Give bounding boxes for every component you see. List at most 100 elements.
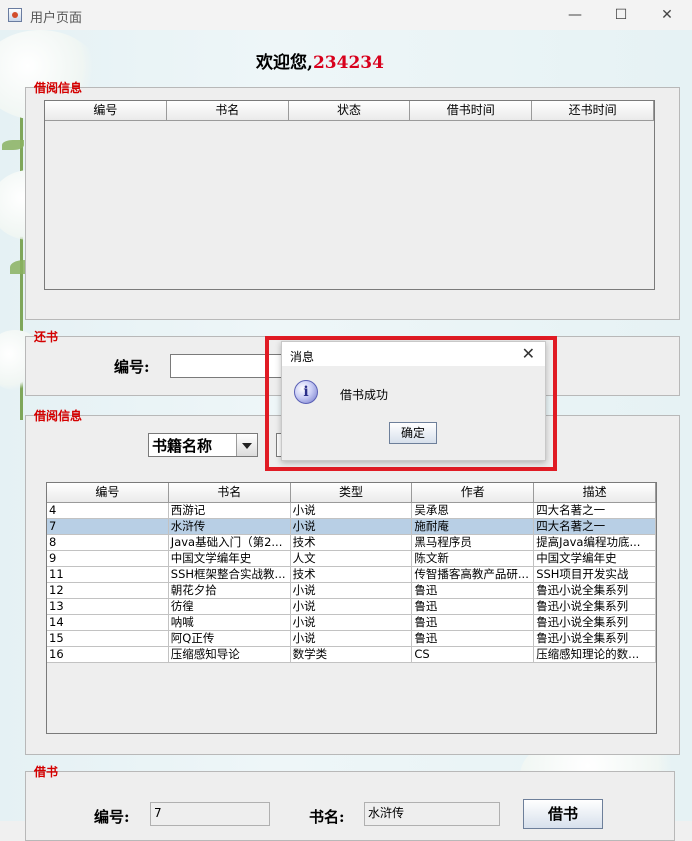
book-list-column-header[interactable]: 描述 (534, 483, 656, 503)
table-cell: SSH框架整合实战教... (168, 567, 291, 583)
borrow-name-field[interactable]: 水浒传 (364, 802, 500, 826)
table-cell: 呐喊 (168, 615, 291, 631)
borrow-records-column-header[interactable]: 书名 (166, 101, 289, 121)
table-row[interactable]: 11 SSH框架整合实战教... 技术 传智播客高教产品研... SSH项目开发实战 (47, 567, 656, 583)
borrow-info-panel: 借阅信息 编号 书名 状态 借书时间 还书时间 (25, 81, 680, 320)
table-row[interactable]: 14 呐喊 小说 鲁迅 鲁迅小说全集系列 (47, 615, 656, 631)
table-cell: 鲁迅小说全集系列 (534, 631, 656, 647)
table-cell: 鲁迅小说全集系列 (534, 599, 656, 615)
table-cell: 吴承恩 (412, 503, 535, 519)
maximize-button[interactable]: ☐ (598, 0, 644, 30)
book-list-column-header[interactable]: 书名 (168, 483, 291, 503)
table-cell: 12 (47, 583, 169, 599)
return-book-legend: 还书 (34, 330, 59, 344)
table-cell: 彷徨 (168, 599, 291, 615)
table-cell: 压缩感知导论 (168, 647, 291, 663)
dialog-close-button[interactable]: ✕ (522, 344, 535, 363)
book-list-legend: 借阅信息 (34, 409, 83, 423)
message-dialog: 消息 ✕ i 借书成功 确定 (281, 341, 546, 461)
borrow-records-header: 编号 书名 状态 借书时间 还书时间 (45, 101, 654, 121)
close-window-button[interactable]: ✕ (644, 0, 690, 30)
username: 234234 (312, 53, 384, 73)
dialog-ok-button[interactable]: 确定 (389, 422, 437, 444)
table-cell: 11 (47, 567, 169, 583)
table-cell: Java基础入门（第2... (168, 535, 291, 551)
table-row[interactable]: 9 中国文学编年史 人文 陈文新 中国文学编年史 (47, 551, 656, 567)
search-field-select[interactable]: 书籍名称 (148, 433, 258, 457)
table-cell: 鲁迅 (412, 599, 535, 615)
table-cell: 传智播客高教产品研... (412, 567, 535, 583)
chevron-down-icon[interactable] (236, 434, 257, 456)
book-list-header: 编号 书名 类型 作者 描述 (47, 483, 656, 503)
table-cell: 水浒传 (168, 519, 291, 535)
table-cell: 小说 (290, 503, 413, 519)
table-cell: 16 (47, 647, 169, 663)
table-cell: 小说 (290, 631, 413, 647)
welcome-text: 欢迎您, (256, 53, 313, 73)
table-cell: 小说 (290, 519, 413, 535)
table-cell: 鲁迅 (412, 615, 535, 631)
java-app-icon (8, 8, 22, 22)
table-row[interactable]: 13 彷徨 小说 鲁迅 鲁迅小说全集系列 (47, 599, 656, 615)
info-icon: i (294, 380, 318, 404)
table-cell: 四大名著之一 (534, 519, 656, 535)
table-row[interactable]: 15 阿Q正传 小说 鲁迅 鲁迅小说全集系列 (47, 631, 656, 647)
table-cell: 15 (47, 631, 169, 647)
table-cell: 黑马程序员 (412, 535, 535, 551)
dialog-title: 消息 (290, 350, 315, 364)
table-cell: 阿Q正传 (168, 631, 291, 647)
table-cell: 中国文学编年史 (168, 551, 291, 567)
table-cell: 技术 (290, 567, 413, 583)
borrow-records-column-header[interactable]: 编号 (45, 101, 167, 121)
table-cell: 13 (47, 599, 169, 615)
borrow-records-column-header[interactable]: 还书时间 (532, 101, 654, 121)
table-cell: CS (412, 647, 535, 663)
table-cell: 鲁迅小说全集系列 (534, 615, 656, 631)
table-cell: 西游记 (168, 503, 291, 519)
table-row[interactable]: 7 水浒传 小说 施耐庵 四大名著之一 (47, 519, 656, 535)
table-cell: 鲁迅小说全集系列 (534, 583, 656, 599)
table-row[interactable]: 8 Java基础入门（第2... 技术 黑马程序员 提高Java编程功底... (47, 535, 656, 551)
book-list-table[interactable]: 编号 书名 类型 作者 描述 4 西游记 小说 吴承恩 四大名著之一 7 水浒传 小说 施耐庵 四大名著之… (46, 482, 657, 734)
table-cell: 人文 (290, 551, 413, 567)
table-cell: SSH项目开发实战 (534, 567, 656, 583)
borrow-button[interactable]: 借书 (523, 799, 603, 829)
table-row[interactable]: 4 西游记 小说 吴承恩 四大名著之一 (47, 503, 656, 519)
table-cell: 陈文新 (412, 551, 535, 567)
return-id-label: 编号: (114, 358, 150, 376)
table-cell: 14 (47, 615, 169, 631)
dialog-body: i 借书成功 确定 (282, 366, 545, 460)
borrow-records-column-header[interactable]: 借书时间 (410, 101, 533, 121)
borrow-records-table[interactable]: 编号 书名 状态 借书时间 还书时间 (44, 100, 655, 290)
table-cell: 压缩感知理论的数... (534, 647, 656, 663)
window-title: 用户页面 (30, 11, 83, 26)
borrow-info-legend: 借阅信息 (34, 81, 83, 95)
table-cell: 鲁迅 (412, 631, 535, 647)
borrow-book-panel: 借书 编号: 7 书名: 水浒传 借书 (25, 765, 675, 841)
window-titlebar: 用户页面 — ☐ ✕ (0, 0, 692, 30)
borrow-records-column-header[interactable]: 状态 (288, 101, 411, 121)
borrow-name-label: 书名: (309, 808, 345, 826)
book-list-column-header[interactable]: 作者 (412, 483, 535, 503)
table-cell: 朝花夕拾 (168, 583, 291, 599)
table-row[interactable]: 12 朝花夕拾 小说 鲁迅 鲁迅小说全集系列 (47, 583, 656, 599)
borrow-id-label: 编号: (94, 808, 130, 826)
table-cell: 小说 (290, 599, 413, 615)
welcome-heading: 欢迎您,234234 (0, 48, 640, 73)
table-cell: 技术 (290, 535, 413, 551)
table-cell: 施耐庵 (412, 519, 535, 535)
table-cell: 小说 (290, 615, 413, 631)
table-cell: 8 (47, 535, 169, 551)
borrow-id-field[interactable]: 7 (150, 802, 270, 826)
table-cell: 中国文学编年史 (534, 551, 656, 567)
table-cell: 提高Java编程功底... (534, 535, 656, 551)
book-list-column-header[interactable]: 编号 (47, 483, 169, 503)
table-cell: 9 (47, 551, 169, 567)
search-field-value: 书籍名称 (152, 437, 213, 455)
borrow-book-legend: 借书 (34, 765, 59, 779)
book-list-column-header[interactable]: 类型 (290, 483, 413, 503)
minimize-button[interactable]: — (552, 0, 598, 30)
table-cell: 4 (47, 503, 169, 519)
table-row[interactable]: 16 压缩感知导论 数学类 CS 压缩感知理论的数... (47, 647, 656, 663)
table-cell: 四大名著之一 (534, 503, 656, 519)
